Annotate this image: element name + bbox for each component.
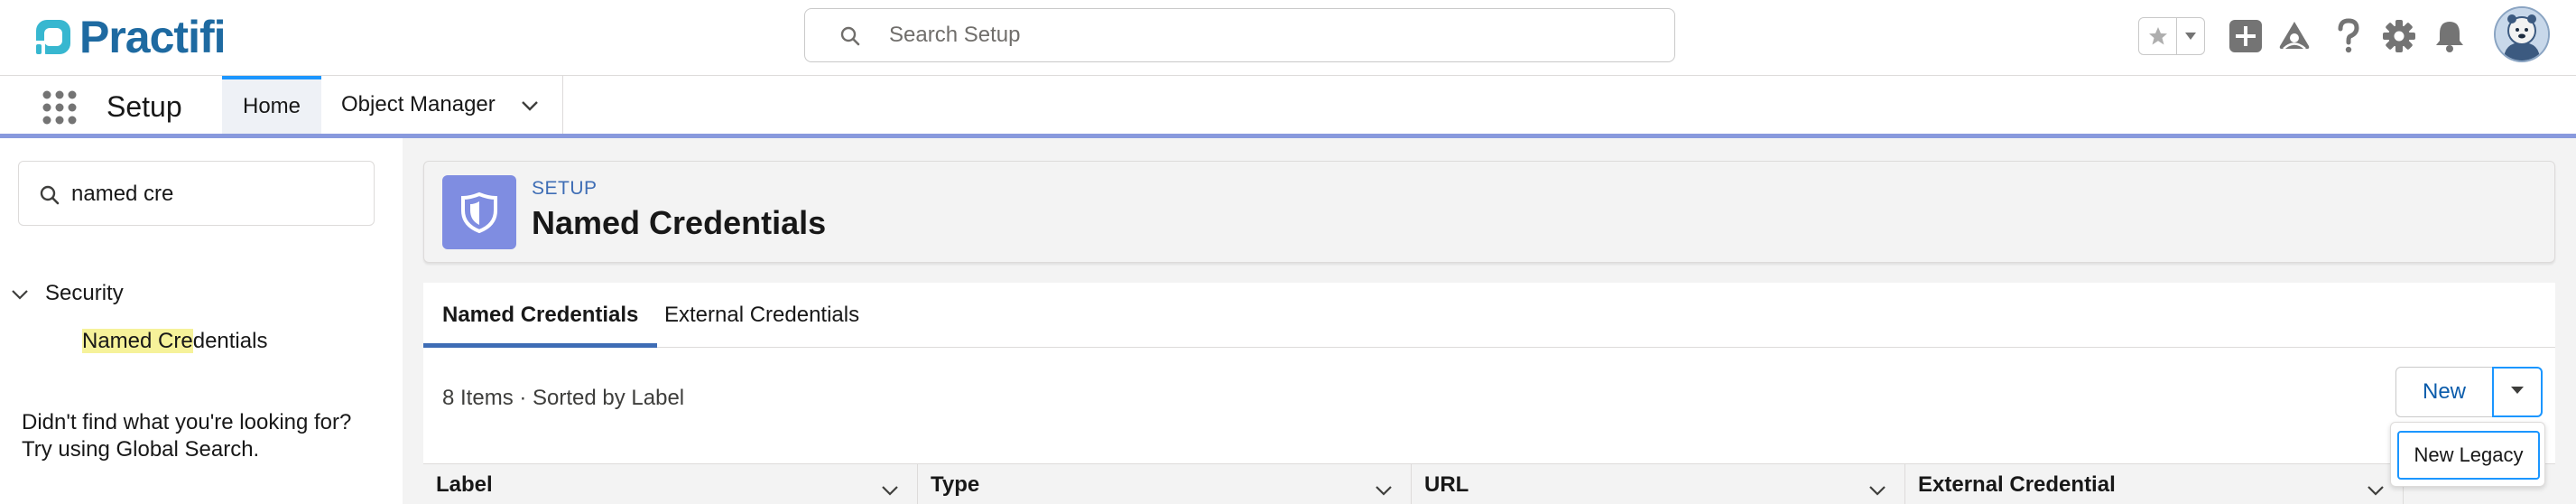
tree-item-label-rest: dentials [192, 329, 268, 353]
new-dropdown-menu: New Legacy [2390, 422, 2545, 487]
search-icon [839, 25, 861, 51]
column-header-external-credential[interactable]: External Credential [1905, 464, 2404, 504]
column-label: External Credential [1918, 471, 2116, 497]
content-card: Named Credentials External Credentials 8… [423, 283, 2555, 504]
tab-object-manager[interactable]: Object Manager [321, 76, 563, 134]
trailhead-icon[interactable] [2275, 16, 2314, 56]
tab-label: External Credentials [664, 303, 860, 327]
page-eyebrow: SETUP [532, 178, 598, 199]
new-dropdown-button[interactable] [2492, 367, 2543, 417]
user-avatar[interactable] [2494, 6, 2550, 62]
credential-tabs: Named Credentials External Credentials [423, 283, 2555, 348]
list-info: 8 Items · Sorted by Label [442, 386, 685, 410]
new-button-label: New [2422, 379, 2466, 404]
favorites-dropdown-icon[interactable] [2177, 18, 2204, 54]
search-highlight: Named Cre [82, 329, 193, 353]
tree-item-named-credentials[interactable]: Named Credentials [82, 329, 267, 354]
table-header: Label Type URL External Credential [423, 463, 2555, 504]
setup-gear-icon[interactable] [2379, 16, 2419, 56]
tree-node-security[interactable]: Security [11, 281, 124, 306]
global-actions-icon[interactable] [2226, 16, 2266, 56]
column-label: Label [436, 471, 493, 497]
global-search-input[interactable] [889, 22, 1629, 49]
app-launcher-icon[interactable] [42, 89, 78, 126]
tree-node-label: Security [45, 281, 124, 305]
practifi-logo-icon [32, 16, 74, 58]
sidebar-help-text: Didn't find what you're looking for? Try… [22, 409, 351, 463]
quick-find-input[interactable] [71, 180, 360, 209]
chevron-down-icon[interactable] [521, 92, 539, 117]
tab-home[interactable]: Home [222, 76, 321, 134]
new-button[interactable]: New [2395, 367, 2493, 417]
new-button-group: New [2395, 367, 2543, 417]
column-label: Type [931, 471, 980, 497]
column-header-type[interactable]: Type [918, 464, 1412, 504]
shield-icon [442, 175, 516, 249]
notifications-bell-icon[interactable] [2430, 16, 2469, 56]
main-content: SETUP Named Credentials Named Credential… [403, 138, 2576, 504]
caret-down-icon [2509, 384, 2525, 400]
column-header-url[interactable]: URL [1412, 464, 1905, 504]
menu-item-new-legacy[interactable]: New Legacy [2397, 431, 2540, 480]
favorites-star-icon[interactable] [2139, 18, 2177, 54]
tab-external-credentials[interactable]: External Credentials [645, 283, 878, 348]
chevron-down-icon[interactable] [1375, 477, 1393, 502]
setup-sidebar: Security Named Credentials Didn't find w… [0, 138, 403, 504]
column-label: URL [1424, 471, 1469, 497]
search-icon [39, 184, 60, 210]
page-header: SETUP Named Credentials [423, 161, 2555, 263]
app-name: Setup [107, 90, 182, 123]
tab-object-manager-label: Object Manager [341, 92, 496, 117]
menu-item-label: New Legacy [2414, 443, 2524, 466]
quick-find-box[interactable] [18, 161, 375, 226]
help-icon[interactable] [2329, 16, 2368, 56]
column-header-label[interactable]: Label [423, 464, 918, 504]
chevron-down-icon[interactable] [881, 477, 899, 502]
page-title: Named Credentials [532, 204, 827, 241]
help-line-2: Try using Global Search. [22, 437, 260, 462]
favorites-group [2138, 17, 2205, 55]
practifi-logo[interactable]: Practifi [32, 9, 227, 65]
tab-home-label: Home [242, 94, 301, 118]
chevron-down-icon[interactable] [2367, 477, 2385, 502]
chevron-down-icon[interactable] [1868, 477, 1886, 502]
tab-named-credentials[interactable]: Named Credentials [423, 283, 658, 348]
chevron-down-icon[interactable] [11, 281, 29, 306]
logo-text: Practifi [79, 12, 227, 62]
help-line-1: Didn't find what you're looking for? [22, 410, 352, 434]
global-search[interactable] [804, 8, 1675, 62]
context-bar: Setup Home Object Manager [0, 76, 2576, 138]
global-header: Practifi [0, 0, 2576, 76]
tab-label: Named Credentials [442, 303, 639, 327]
